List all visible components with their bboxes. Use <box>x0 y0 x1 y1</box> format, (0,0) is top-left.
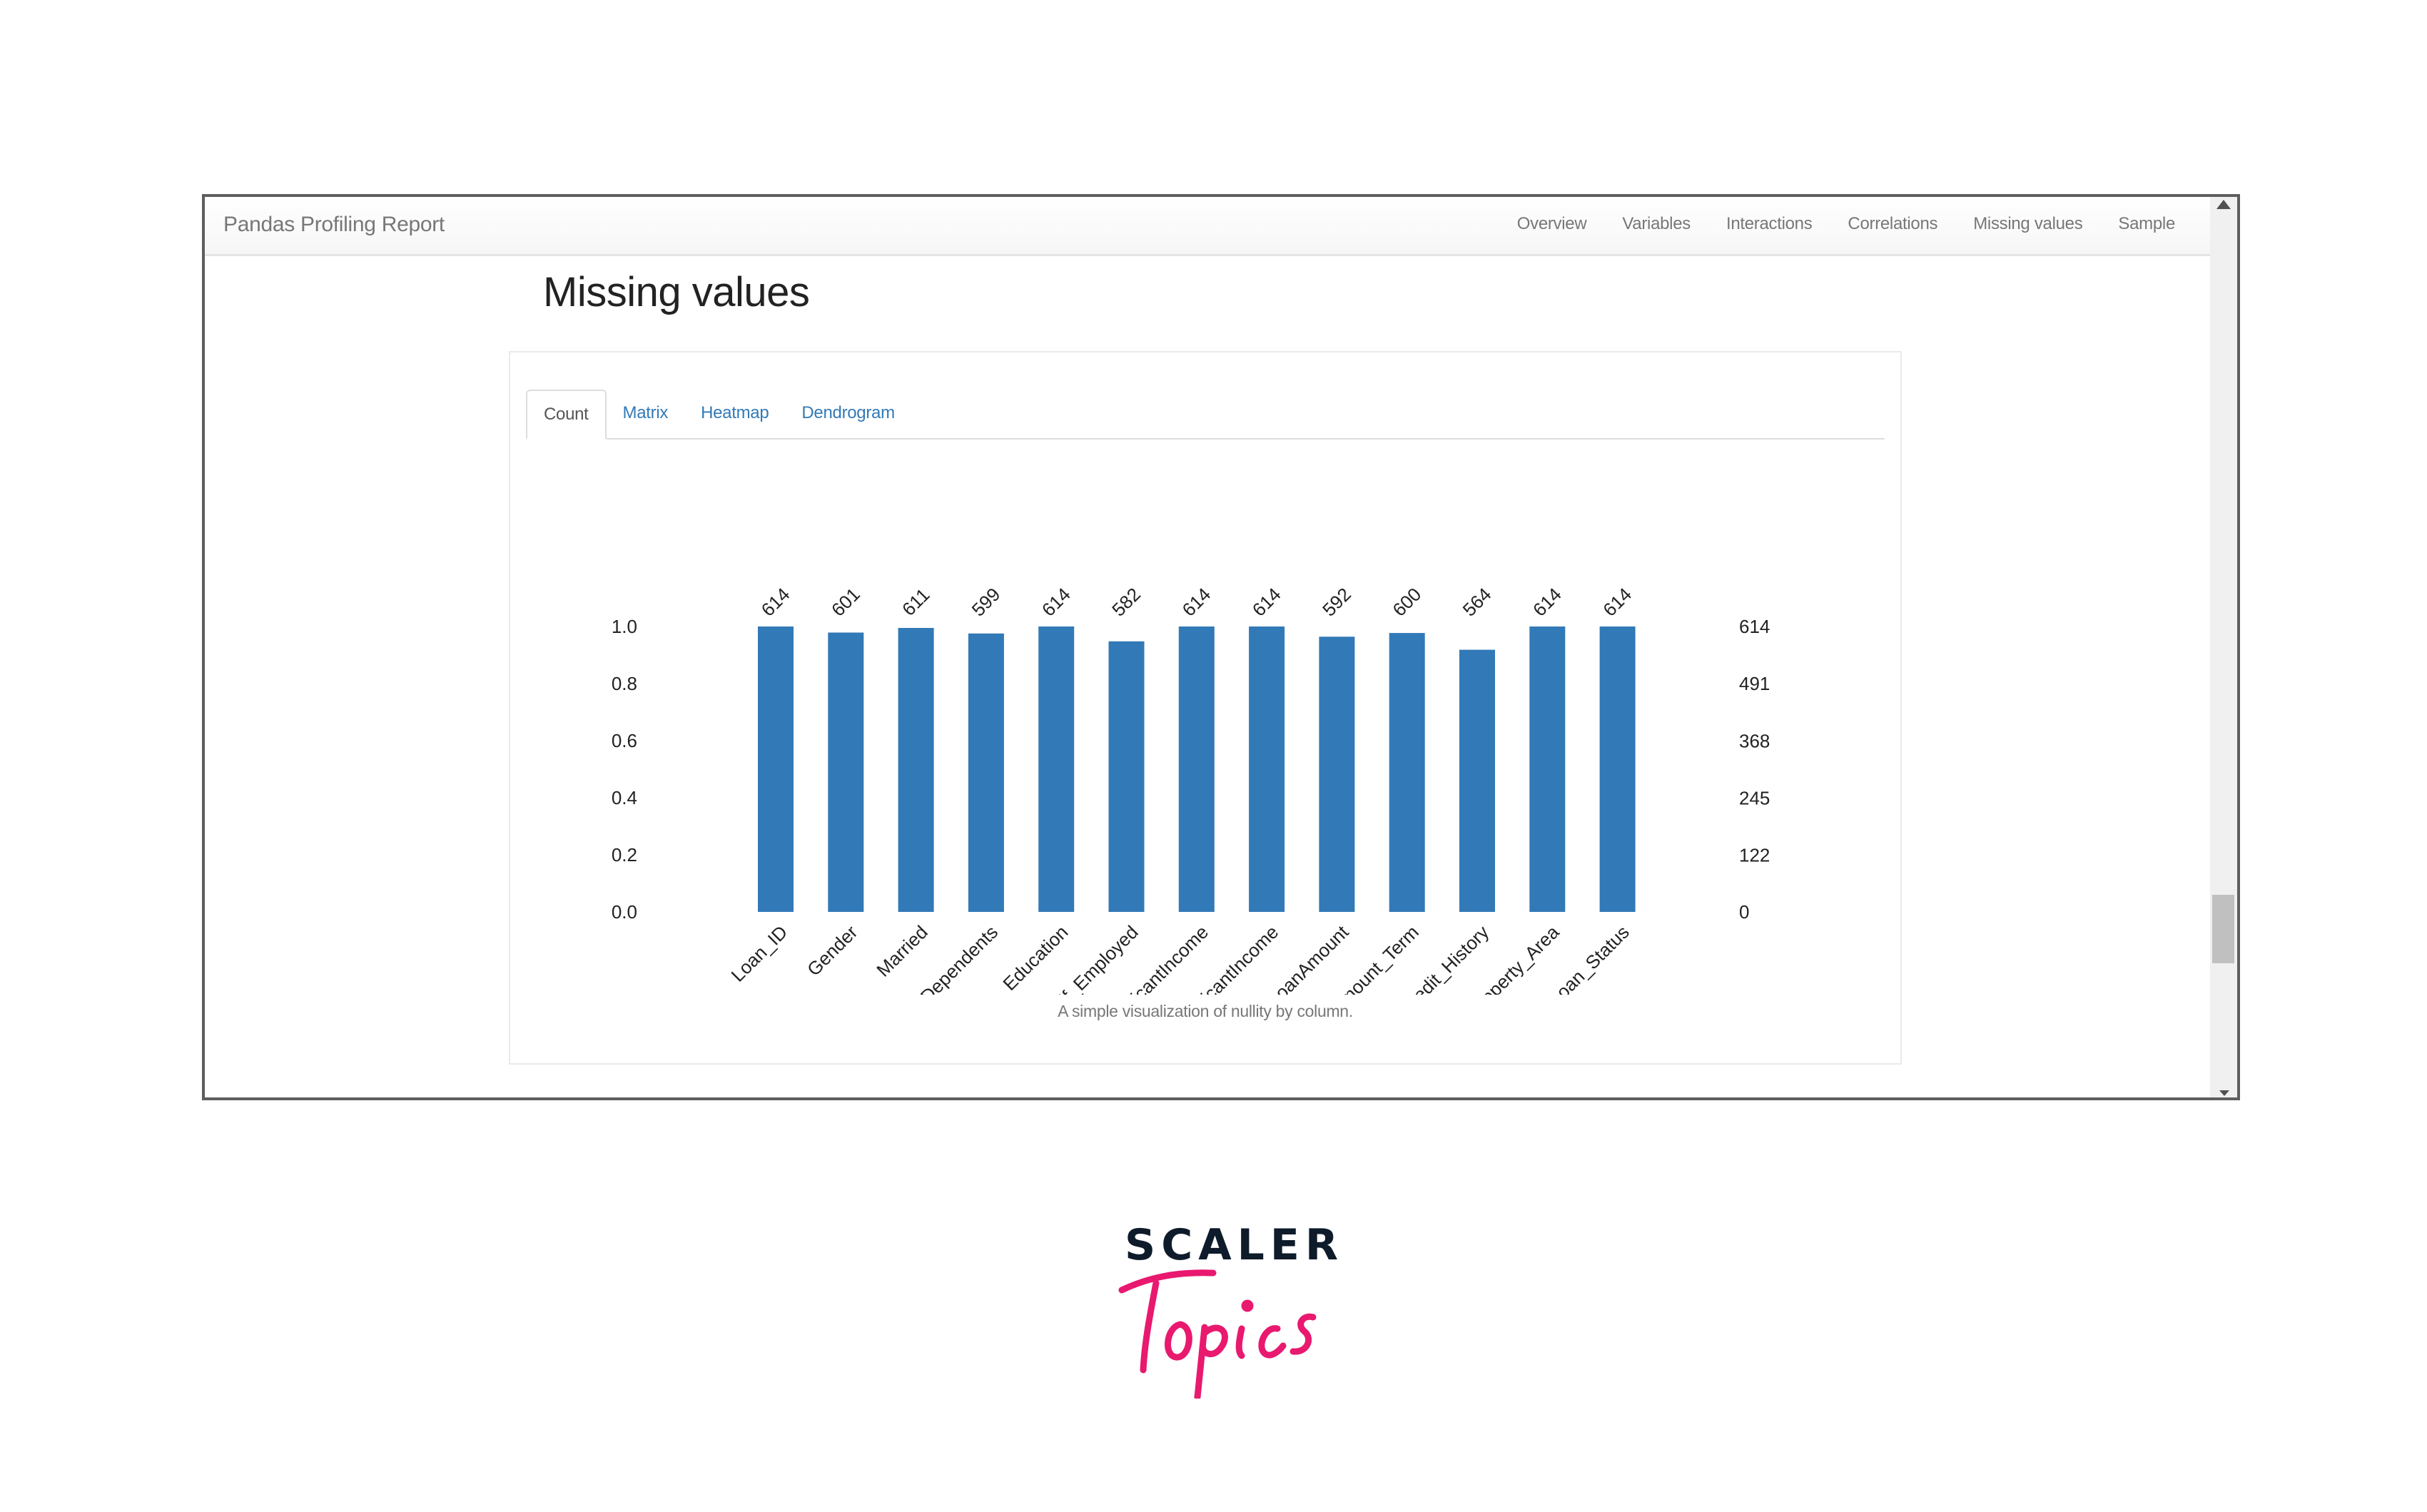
x-tick-label: Gender <box>803 921 862 980</box>
count-label: 601 <box>827 584 864 621</box>
nav-link-overview[interactable]: Overview <box>1499 214 1605 234</box>
count-label: 614 <box>1529 584 1566 621</box>
count-label: 614 <box>757 584 794 621</box>
bar-gender <box>828 632 864 912</box>
bar-loan-status <box>1599 626 1636 912</box>
bar-coapplicantincome <box>1249 626 1285 912</box>
vertical-scrollbar[interactable] <box>2210 197 2237 1097</box>
bar-loan-id <box>758 626 794 912</box>
right-tick-label: 368 <box>1739 730 1770 751</box>
scaler-topics-logo: SCALER <box>1106 1213 1338 1399</box>
triangle-up-icon[interactable] <box>2216 200 2231 209</box>
tab-bar: Count Matrix Heatmap Dendrogram <box>526 390 1885 440</box>
count-label: 564 <box>1459 584 1496 621</box>
browser-window: Pandas Profiling Report Overview Variabl… <box>202 194 2240 1100</box>
left-axis: 0.0 0.2 0.4 0.6 0.8 1.0 <box>612 616 637 923</box>
right-tick-label: 491 <box>1739 673 1770 694</box>
bar-married <box>898 628 934 912</box>
page-title: Missing values <box>543 269 810 315</box>
left-tick-label: 0.4 <box>612 787 637 808</box>
nav-link-interactions[interactable]: Interactions <box>1708 214 1830 234</box>
count-label: 582 <box>1108 584 1145 621</box>
x-tick-label: Education <box>998 921 1072 995</box>
count-label: 599 <box>968 584 1005 621</box>
right-tick-label: 0 <box>1739 901 1749 923</box>
bar-education <box>1038 626 1075 912</box>
tab-count[interactable]: Count <box>526 390 607 440</box>
bar-loan-amount-term <box>1389 633 1425 912</box>
navbar: Pandas Profiling Report Overview Variabl… <box>205 197 2210 256</box>
chart-caption: A simple visualization of nullity by col… <box>1058 1002 1353 1020</box>
nav-link-variables[interactable]: Variables <box>1604 214 1708 234</box>
left-tick-label: 0.8 <box>612 673 637 694</box>
nav-link-sample[interactable]: Sample <box>2100 214 2193 234</box>
tab-heatmap[interactable]: Heatmap <box>684 390 785 437</box>
navbar-brand[interactable]: Pandas Profiling Report <box>223 213 445 237</box>
nav-link-correlations[interactable]: Correlations <box>1830 214 1955 234</box>
count-label: 614 <box>1177 584 1215 621</box>
triangle-down-icon[interactable] <box>2219 1090 2229 1096</box>
count-label: 611 <box>898 584 934 620</box>
nav-link-missing-values[interactable]: Missing values <box>1955 214 2100 234</box>
bar-self-employed <box>1108 641 1145 912</box>
right-tick-label: 122 <box>1739 845 1770 866</box>
left-tick-label: 0.0 <box>612 901 637 923</box>
left-tick-label: 0.2 <box>612 844 637 866</box>
bar-loanamount <box>1319 636 1355 912</box>
x-axis: Loan_ID Gender MarriedDependentsEducationS… <box>727 920 1633 995</box>
x-tick-label: Loan_ID <box>727 921 792 986</box>
scrollbar-thumb[interactable] <box>2212 895 2234 963</box>
x-tick-label: Dependents <box>916 921 1002 995</box>
right-axis: 0 122 245 368 491 614 <box>1739 616 1770 923</box>
nav-links: Overview Variables Interactions Correlat… <box>1499 214 2193 234</box>
bar-credit-history <box>1459 649 1495 912</box>
left-tick-label: 0.6 <box>612 730 637 751</box>
bar-dependents <box>968 633 1004 912</box>
tab-dendrogram[interactable]: Dendrogram <box>785 390 911 437</box>
count-labels-layer: 614 601 611 599 614 582 614 614 592 600 564 614 614 <box>757 584 1636 621</box>
count-label: 614 <box>1598 584 1636 621</box>
right-tick-label: 614 <box>1739 616 1770 637</box>
x-tick-label: Married <box>872 921 932 981</box>
missing-values-card: Count Matrix Heatmap Dendrogram 614 601 61… <box>509 351 1902 1065</box>
count-label: 614 <box>1248 584 1285 621</box>
missing-count-bar-chart: 614 601 611 599 614 582 614 614 592 600 564 614 614 … <box>612 584 1770 995</box>
left-tick-label: 1.0 <box>612 616 637 637</box>
count-label: 600 <box>1388 584 1425 621</box>
logo-topics-script <box>1118 1269 1317 1399</box>
bars-layer <box>758 626 1636 912</box>
bar-applicantincome <box>1178 626 1215 912</box>
count-label: 614 <box>1038 584 1075 621</box>
bar-property-area <box>1529 626 1566 912</box>
right-tick-label: 245 <box>1739 787 1770 808</box>
tab-matrix[interactable]: Matrix <box>607 390 685 437</box>
count-label: 592 <box>1318 584 1355 621</box>
